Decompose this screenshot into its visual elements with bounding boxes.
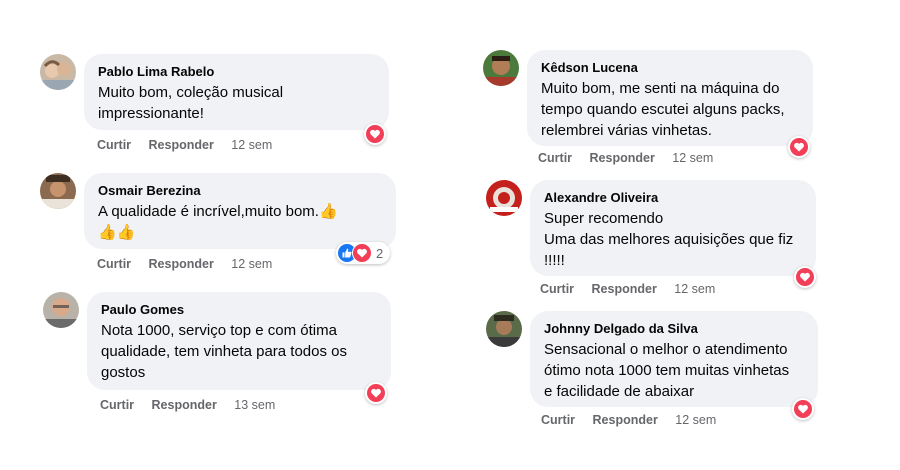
reply-link[interactable]: Responder	[590, 150, 655, 166]
like-link[interactable]: Curtir	[97, 137, 131, 153]
comment-text-line: !!!!!	[544, 252, 565, 269]
like-link[interactable]: Curtir	[541, 412, 575, 428]
avatar-photo	[43, 292, 79, 328]
comment-text-line: gostos	[101, 364, 146, 381]
comment-actions: Curtir Responder 12 sem	[540, 281, 729, 297]
comment-text-line: impressionante!	[98, 105, 204, 122]
comment-time[interactable]: 12 sem	[674, 281, 715, 297]
comment-text: Super recomendo Uma das melhores aquisiç…	[544, 208, 802, 271]
comment-author[interactable]: Alexandre Oliveira	[544, 190, 802, 206]
like-link[interactable]: Curtir	[100, 397, 134, 413]
comment-text-line: ótimo nota 1000 tem muitas vinhetas	[544, 362, 790, 379]
comment-text: A qualidade é incrível,muito bom.👍 👍👍	[98, 201, 382, 243]
comment-actions: Curtir Responder 12 sem	[538, 150, 727, 166]
like-link[interactable]: Curtir	[538, 150, 572, 166]
comment-bubble: Alexandre Oliveira Super recomendo Uma d…	[530, 180, 816, 276]
comment-bubble: Johnny Delgado da Silva Sensacional o me…	[530, 311, 818, 407]
comment-time[interactable]: 12 sem	[675, 412, 716, 428]
avatar-photo	[486, 180, 522, 216]
comment-author[interactable]: Pablo Lima Rabelo	[98, 64, 375, 80]
love-icon	[366, 125, 384, 143]
comment-text: Nota 1000, serviço top e com ótima quali…	[101, 320, 377, 383]
comment-actions: Curtir Responder 12 sem	[97, 137, 286, 153]
like-link[interactable]: Curtir	[540, 281, 574, 297]
comment-author[interactable]: Paulo Gomes	[101, 302, 377, 318]
avatar[interactable]	[486, 311, 522, 347]
comment-text-line: e facilidade de abaixar	[544, 383, 695, 400]
avatar-photo	[40, 54, 76, 90]
comment-text: Sensacional o melhor o atendimento ótimo…	[544, 339, 804, 402]
comment-time[interactable]: 12 sem	[231, 256, 272, 272]
comment-text-line: tempo quando escutei alguns packs,	[541, 101, 785, 118]
comment-text-line: Muito bom, coleção musical	[98, 84, 284, 101]
reaction-summary[interactable]: 2	[336, 242, 391, 264]
avatar-photo	[483, 50, 519, 86]
like-link[interactable]: Curtir	[97, 256, 131, 272]
comment-text-line: Super recomendo	[544, 210, 664, 227]
comment-text-line: qualidade, tem vinheta para todos os	[101, 343, 347, 360]
reaction-summary[interactable]	[792, 398, 814, 420]
comment-bubble: Kêdson Lucena Muito bom, me senti na máq…	[527, 50, 813, 146]
reaction-summary[interactable]	[794, 266, 816, 288]
avatar[interactable]	[43, 292, 79, 328]
comment-time[interactable]: 12 sem	[231, 137, 272, 153]
comment-time[interactable]: 12 sem	[672, 150, 713, 166]
reaction-summary[interactable]	[365, 382, 387, 404]
reaction-summary[interactable]	[788, 136, 810, 158]
love-icon	[794, 400, 812, 418]
comment-author[interactable]: Osmair Berezina	[98, 183, 382, 199]
reply-link[interactable]: Responder	[152, 397, 217, 413]
comment-actions: Curtir Responder 12 sem	[97, 256, 286, 272]
reply-link[interactable]: Responder	[149, 256, 214, 272]
love-icon	[352, 243, 372, 263]
comment-actions: Curtir Responder 12 sem	[541, 412, 730, 428]
comment-text-line: relembrei várias vinhetas.	[541, 122, 712, 139]
comment-author[interactable]: Johnny Delgado da Silva	[544, 321, 804, 337]
comment-time[interactable]: 13 sem	[234, 397, 275, 413]
love-icon	[367, 384, 385, 402]
comment-bubble: Osmair Berezina A qualidade é incrível,m…	[84, 173, 396, 249]
avatar[interactable]	[486, 180, 522, 216]
avatar[interactable]	[40, 54, 76, 90]
avatar[interactable]	[40, 173, 76, 209]
reaction-count: 2	[376, 245, 384, 261]
comment-text-line: 👍👍	[98, 224, 136, 241]
reaction-summary[interactable]	[364, 123, 386, 145]
comment-author[interactable]: Kêdson Lucena	[541, 60, 799, 76]
avatar[interactable]	[483, 50, 519, 86]
avatar-photo	[40, 173, 76, 209]
reply-link[interactable]: Responder	[593, 412, 658, 428]
comment-bubble: Pablo Lima Rabelo Muito bom, coleção mus…	[84, 54, 389, 130]
comment-text-line: A qualidade é incrível,muito bom.👍	[98, 203, 338, 220]
love-icon	[790, 138, 808, 156]
comment-text-line: Nota 1000, serviço top e com ótima	[101, 322, 337, 339]
comment-bubble: Paulo Gomes Nota 1000, serviço top e com…	[87, 292, 391, 390]
love-icon	[796, 268, 814, 286]
comment-text: Muito bom, me senti na máquina do tempo …	[541, 78, 799, 141]
reply-link[interactable]: Responder	[149, 137, 214, 153]
comment-text-line: Uma das melhores aquisições que fiz	[544, 231, 794, 248]
reply-link[interactable]: Responder	[592, 281, 657, 297]
avatar-photo	[486, 311, 522, 347]
comment-text: Muito bom, coleção musical impressionant…	[98, 82, 375, 124]
comment-text-line: Sensacional o melhor o atendimento	[544, 341, 788, 358]
comment-text-line: Muito bom, me senti na máquina do	[541, 80, 780, 97]
comment-actions: Curtir Responder 13 sem	[100, 397, 289, 413]
